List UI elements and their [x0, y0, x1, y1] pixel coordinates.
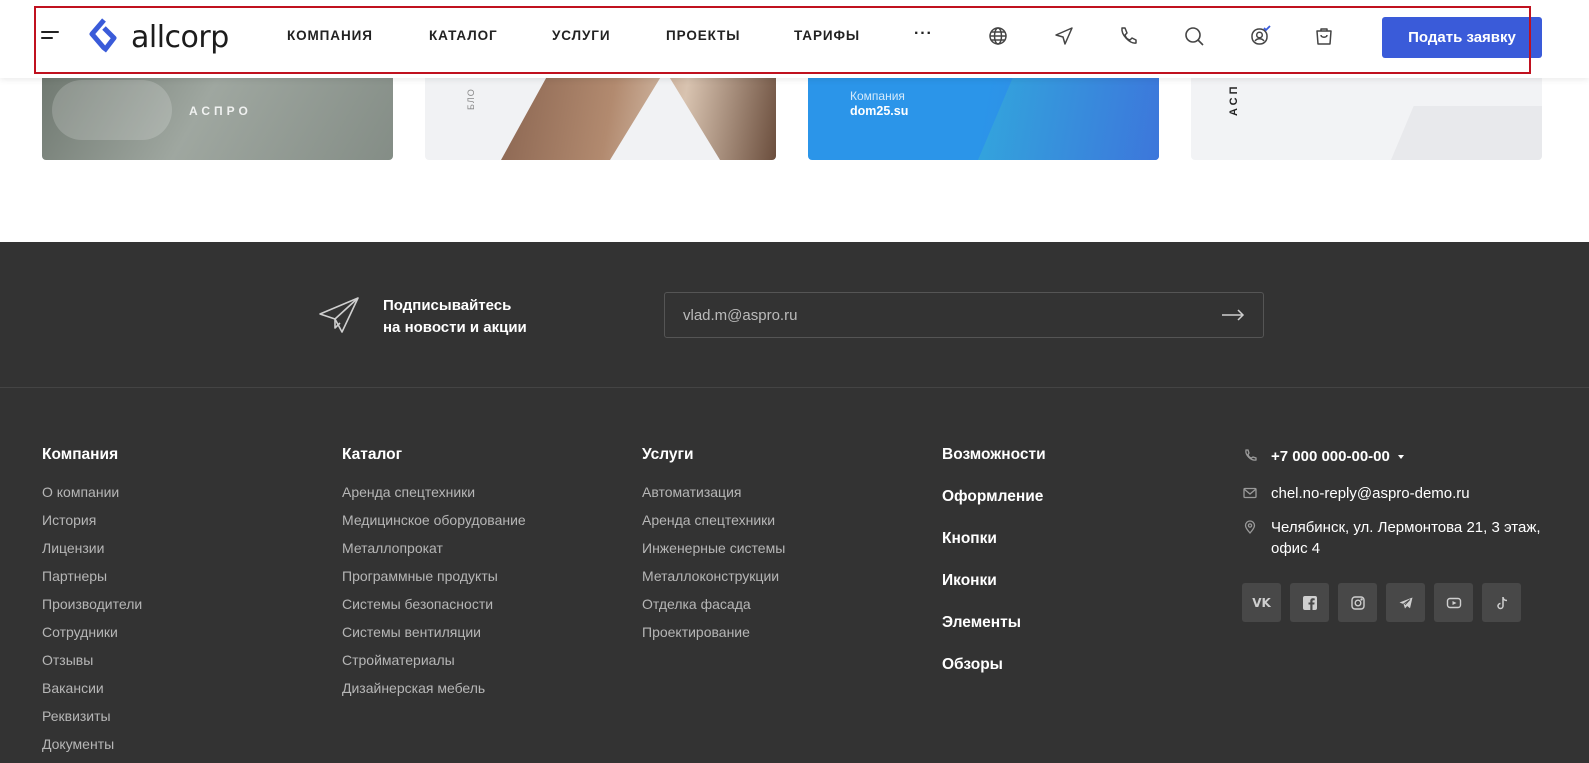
search-icon[interactable] [1183, 25, 1205, 47]
footer-link[interactable]: Отделка фасада [642, 594, 785, 622]
footer-column-catalog: Каталог Аренда спецтехники Медицинское о… [342, 446, 526, 706]
vk-icon[interactable]: VK [1242, 583, 1281, 622]
subscribe-text: Подписывайтесь на новости и акции [383, 295, 527, 339]
footer-feature-link[interactable]: Кнопки [942, 530, 1046, 572]
card-shape [1391, 106, 1542, 160]
social-links: VK [1242, 583, 1530, 622]
instagram-icon[interactable] [1338, 583, 1377, 622]
footer-column-company: Компания О компании История Лицензии Пар… [42, 446, 142, 762]
card-vertical-text: АСП [1228, 83, 1240, 116]
footer-link[interactable]: История [42, 510, 142, 538]
card-gradient-shape [978, 70, 1159, 160]
contact-address: Челябинск, ул. Лермонтова 21, 3 этаж, оф… [1271, 519, 1541, 557]
footer-column-title[interactable]: Услуги [642, 446, 785, 464]
site-footer: Компания О компании История Лицензии Пар… [0, 388, 1589, 763]
chevron-down-icon[interactable] [1397, 455, 1404, 460]
card-blur-shape [52, 80, 172, 140]
footer-link[interactable]: Вакансии [42, 678, 142, 706]
subscribe-line-2: на новости и акции [383, 319, 527, 336]
footer-link[interactable]: Системы вентиляции [342, 622, 526, 650]
nav-item-projects[interactable]: ПРОЕКТЫ [666, 28, 740, 43]
site-header: allcorp КОМПАНИЯ КАТАЛОГ УСЛУГИ ПРОЕКТЫ … [0, 0, 1589, 78]
footer-link[interactable]: Медицинское оборудование [342, 510, 526, 538]
footer-column-features: Возможности Оформление Кнопки Иконки Эле… [942, 446, 1046, 698]
page: allcorp КОМПАНИЯ КАТАЛОГ УСЛУГИ ПРОЕКТЫ … [0, 0, 1589, 763]
footer-link[interactable]: Металлопрокат [342, 538, 526, 566]
allcorp-logo-icon [89, 18, 117, 53]
nav-more-icon[interactable]: ··· [914, 25, 933, 43]
footer-link[interactable]: О компании [42, 482, 142, 510]
promo-card-blog[interactable]: БЛО [425, 70, 776, 160]
footer-feature-link[interactable]: Оформление [942, 488, 1046, 530]
card-text: АСПРО [189, 104, 252, 118]
youtube-icon[interactable] [1434, 583, 1473, 622]
contact-phone-row: +7 000 000-00-00 [1242, 446, 1542, 467]
footer-contacts: +7 000 000-00-00 chel.no-reply@aspro-dem… [1242, 446, 1542, 559]
footer-link[interactable]: Инженерные системы [642, 538, 785, 566]
footer-link[interactable]: Металлоконструкции [642, 566, 785, 594]
mail-icon [1243, 487, 1257, 499]
phone-icon [1245, 449, 1257, 461]
promo-card-dom25[interactable]: Компания dom25.su [808, 70, 1159, 160]
submit-request-button[interactable]: Подать заявку [1382, 17, 1542, 58]
footer-feature-link[interactable]: Элементы [942, 614, 1046, 656]
arrow-right-icon[interactable] [1221, 306, 1245, 324]
footer-link[interactable]: Партнеры [42, 566, 142, 594]
promo-card-aspro[interactable]: АСПРО [42, 70, 393, 160]
menu-burger-icon[interactable] [41, 31, 59, 43]
footer-feature-link[interactable]: Возможности [942, 446, 1046, 488]
subscribe-line-1: Подписывайтесь [383, 297, 512, 314]
footer-link[interactable]: Производители [42, 594, 142, 622]
contact-email-row: chel.no-reply@aspro-demo.ru [1242, 483, 1542, 504]
contact-email[interactable]: chel.no-reply@aspro-demo.ru [1271, 485, 1470, 502]
footer-link[interactable]: Аренда спецтехники [342, 482, 526, 510]
contact-address-row: Челябинск, ул. Лермонтова 21, 3 этаж, оф… [1242, 517, 1542, 559]
footer-link[interactable]: Проектирование [642, 622, 785, 650]
footer-column-services: Услуги Автоматизация Аренда спецтехники … [642, 446, 785, 650]
nav-item-company[interactable]: КОМПАНИЯ [287, 28, 373, 43]
cart-icon[interactable] [1313, 25, 1335, 47]
card-title: dom25.su [850, 104, 909, 118]
footer-link[interactable]: Сотрудники [42, 622, 142, 650]
footer-link[interactable]: Системы безопасности [342, 594, 526, 622]
subscribe-section: Подписывайтесь на новости и акции [0, 242, 1589, 388]
footer-link[interactable]: Реквизиты [42, 706, 142, 734]
footer-link[interactable]: Дизайнерская мебель [342, 678, 526, 706]
card-vertical-text: БЛО [466, 88, 476, 110]
nav-item-catalog[interactable]: КАТАЛОГ [429, 28, 498, 43]
nav-item-tariffs[interactable]: ТАРИФЫ [794, 28, 860, 43]
footer-feature-link[interactable]: Обзоры [942, 656, 1046, 698]
footer-link[interactable]: Автоматизация [642, 482, 785, 510]
vk-label: VK [1252, 595, 1271, 610]
footer-column-title[interactable]: Компания [42, 446, 142, 464]
card-caption: Компания [850, 89, 905, 103]
telegram-icon[interactable] [1386, 583, 1425, 622]
paper-plane-icon [319, 297, 359, 333]
footer-link[interactable]: Стройматериалы [342, 650, 526, 678]
phone-icon[interactable] [1117, 25, 1139, 47]
email-input[interactable] [665, 293, 1205, 337]
subscribe-form [664, 292, 1264, 338]
footer-link[interactable]: Программные продукты [342, 566, 526, 594]
nav-item-services[interactable]: УСЛУГИ [552, 28, 610, 43]
account-icon[interactable] [1249, 25, 1271, 47]
footer-link[interactable]: Лицензии [42, 538, 142, 566]
footer-feature-link[interactable]: Иконки [942, 572, 1046, 614]
facebook-icon[interactable] [1290, 583, 1329, 622]
footer-link[interactable]: Документы [42, 734, 142, 762]
footer-link[interactable]: Отзывы [42, 650, 142, 678]
globe-icon[interactable] [987, 25, 1009, 47]
promo-card-aspro-2[interactable]: АСП [1191, 70, 1542, 160]
send-icon[interactable] [1053, 25, 1075, 47]
logo[interactable]: allcorp [88, 18, 229, 56]
tiktok-icon[interactable] [1482, 583, 1521, 622]
location-pin-icon [1244, 520, 1256, 534]
footer-link[interactable]: Аренда спецтехники [642, 510, 785, 538]
logo-text: allcorp [131, 19, 229, 55]
footer-column-title[interactable]: Каталог [342, 446, 526, 464]
phone-number[interactable]: +7 000 000-00-00 [1271, 448, 1390, 465]
